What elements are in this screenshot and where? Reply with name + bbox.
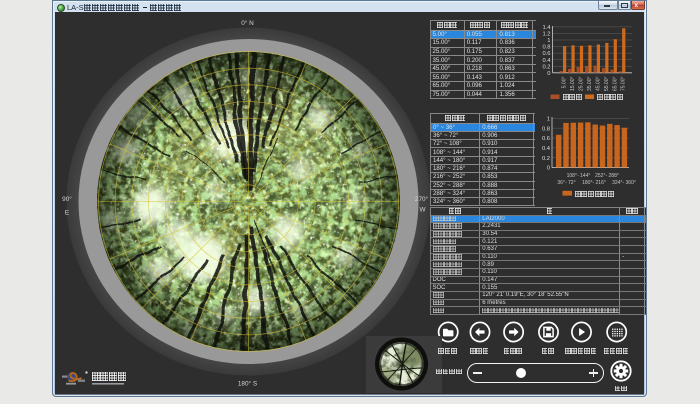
svg-text:0° N: 0° N [241,19,254,27]
svg-text:180°- 216°: 180°- 216° [582,180,606,186]
svg-text:1.4: 1.4 [542,25,551,31]
svg-text:35.00°: 35.00° [587,77,593,92]
svg-text:W: W [419,207,426,214]
svg-text:36°- 72°: 36°- 72° [557,180,575,186]
svg-text:0.2: 0.2 [542,156,550,162]
svg-text:252°- 288°: 252°- 288° [595,173,619,179]
svg-text:324°- 360°: 324°- 360° [612,180,636,186]
svg-text:E: E [65,210,69,217]
svg-text:5.00°: 5.00° [562,77,568,89]
svg-text:45.00°: 45.00° [595,77,601,92]
svg-text:180° S: 180° S [238,380,257,388]
svg-text:15.00°: 15.00° [570,77,576,92]
svg-text:108°- 144°: 108°- 144° [567,173,591,179]
svg-text:270°: 270° [415,195,429,203]
svg-text:1: 1 [547,116,550,122]
svg-text:0.8: 0.8 [542,45,550,51]
svg-text:0: 0 [547,166,550,172]
svg-text:1: 1 [547,38,550,44]
svg-text:65.00°: 65.00° [612,77,618,92]
svg-text:0.4: 0.4 [542,146,551,152]
svg-text:0.8: 0.8 [542,126,550,132]
svg-text:1.2: 1.2 [542,32,550,38]
svg-text:25.00°: 25.00° [579,77,585,92]
svg-text:0.2: 0.2 [542,64,550,70]
svg-text:0: 0 [547,71,550,77]
svg-text:55.00°: 55.00° [604,77,610,92]
svg-text:0.4: 0.4 [542,58,551,64]
svg-text:0.6: 0.6 [542,136,550,142]
svg-text:75.00°: 75.00° [621,77,627,92]
svg-text:0.6: 0.6 [542,51,550,57]
svg-text:90°: 90° [62,195,72,203]
